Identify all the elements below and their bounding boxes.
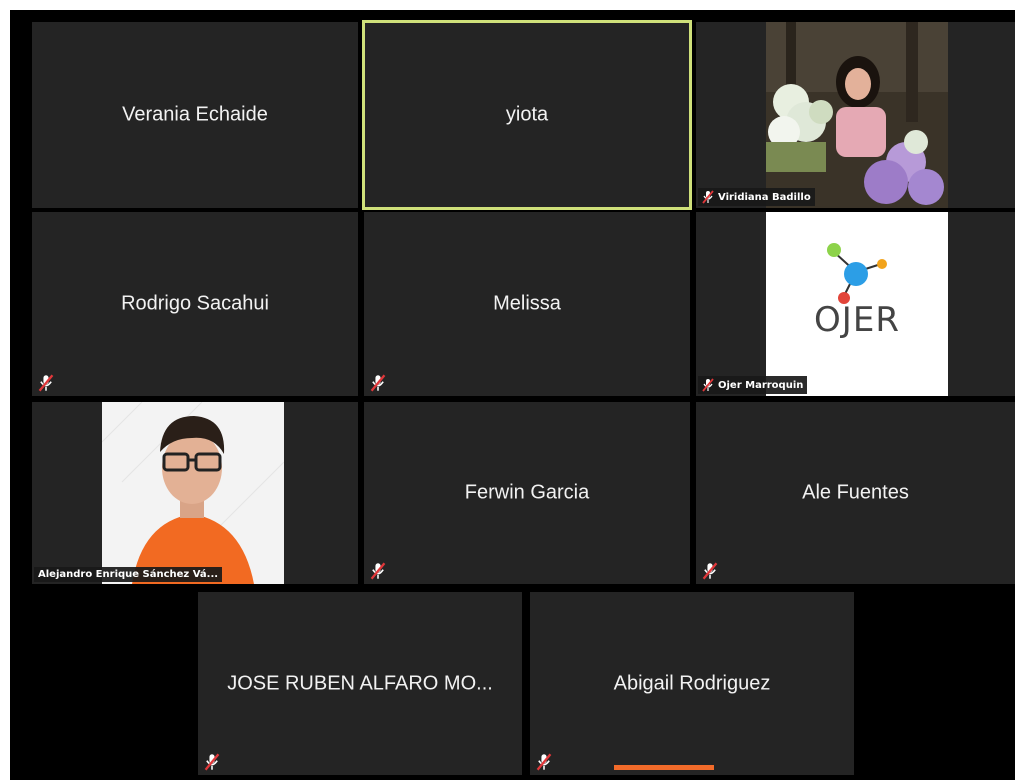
participant-name: Ojer Marroquin xyxy=(718,379,804,391)
participant-name: Abigail Rodriguez xyxy=(613,672,771,694)
participant-tile-ojer[interactable]: OJER Ojer Marroquin xyxy=(696,212,1015,396)
participant-tile-jose-ruben[interactable]: JOSE RUBEN ALFARO MO... xyxy=(198,592,522,775)
muted-microphone-icon xyxy=(702,378,714,392)
participant-name: Melissa xyxy=(493,292,561,315)
muted-microphone-icon xyxy=(370,562,386,580)
participant-photo xyxy=(766,22,948,208)
participant-photo xyxy=(102,402,284,584)
participant-tile-ferwin[interactable]: Ferwin Garcia xyxy=(364,402,690,584)
participant-name: Ferwin Garcia xyxy=(464,481,590,504)
participant-name: Verania Echaide xyxy=(122,103,268,126)
participant-tile-viridiana[interactable]: Viridiana Badillo xyxy=(696,22,1015,208)
participant-tile-rodrigo[interactable]: Rodrigo Sacahui xyxy=(32,212,358,396)
participant-name: JOSE RUBEN ALFARO MO... xyxy=(227,672,493,694)
participant-name-label: Ojer Marroquin xyxy=(698,376,808,394)
participant-name-label: Alejandro Enrique Sánchez Vá... xyxy=(34,567,223,582)
muted-microphone-icon xyxy=(702,562,718,580)
participant-name: Alejandro Enrique Sánchez Vá... xyxy=(38,569,219,580)
participant-video xyxy=(102,402,284,584)
participant-tile-verania[interactable]: Verania Echaide xyxy=(32,22,358,208)
participant-tile-melissa[interactable]: Melissa xyxy=(364,212,690,396)
muted-microphone-icon xyxy=(204,753,220,771)
ojer-logo-text: OJER xyxy=(814,300,900,340)
video-gallery: Verania Echaide yiota Viridiana Badillo … xyxy=(10,10,1015,780)
participant-tile-ale-fuentes[interactable]: Ale Fuentes xyxy=(696,402,1015,584)
participant-tile-abigail[interactable]: Abigail Rodriguez xyxy=(530,592,854,775)
participant-tile-yiota[interactable]: yiota xyxy=(362,20,692,210)
participant-video xyxy=(766,22,948,208)
participant-name: Viridiana Badillo xyxy=(718,191,811,203)
muted-microphone-icon xyxy=(38,374,54,392)
participant-name-label: Viridiana Badillo xyxy=(698,188,815,206)
participant-name: yiota xyxy=(505,103,549,126)
muted-microphone-icon xyxy=(370,374,386,392)
participant-name: Ale Fuentes xyxy=(802,481,909,504)
participant-name: Rodrigo Sacahui xyxy=(121,292,269,315)
muted-microphone-icon xyxy=(702,190,714,204)
toolbar-accent-bar xyxy=(614,765,714,770)
participant-avatar-logo: OJER xyxy=(766,212,948,396)
participant-tile-alejandro[interactable]: Alejandro Enrique Sánchez Vá... xyxy=(32,402,358,584)
muted-microphone-icon xyxy=(536,753,552,771)
